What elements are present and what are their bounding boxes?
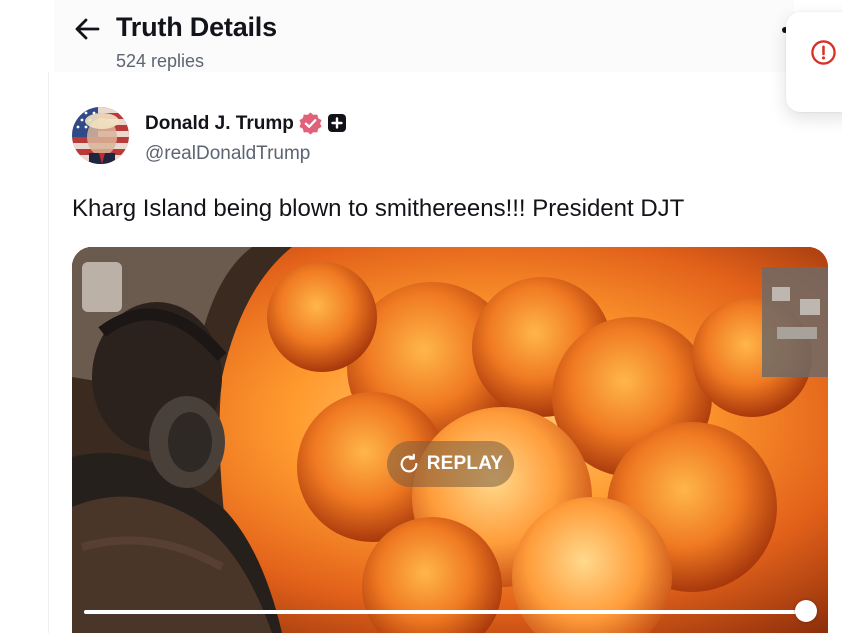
left-divider xyxy=(48,72,49,633)
video-progress-fill xyxy=(84,610,806,614)
plus-square-icon xyxy=(328,114,346,132)
author-name[interactable]: Donald J. Trump xyxy=(145,112,294,136)
avatar-portrait xyxy=(72,107,129,164)
post-text: Kharg Island being blown to smithereens!… xyxy=(72,195,685,222)
video-player[interactable] xyxy=(72,247,828,633)
video-progress-handle[interactable] xyxy=(795,600,817,622)
video-progress-bar[interactable] xyxy=(84,610,806,614)
alert-circle-icon[interactable] xyxy=(810,39,837,66)
arrow-left-icon xyxy=(75,18,100,40)
page-title: Truth Details xyxy=(116,12,277,42)
replay-label: REPLAY xyxy=(426,453,504,474)
author-handle[interactable]: @realDonaldTrump xyxy=(145,142,310,166)
video-frame-explosion xyxy=(72,247,828,633)
truth-details-page: Truth Details 524 replies Donald J. Trum… xyxy=(0,0,842,633)
reply-count: 524 replies xyxy=(116,51,205,71)
replay-button[interactable]: REPLAY xyxy=(387,441,514,487)
author-avatar[interactable] xyxy=(72,107,129,164)
back-button[interactable] xyxy=(70,12,104,46)
replay-icon xyxy=(400,453,418,473)
verified-badge-icon xyxy=(299,112,322,135)
